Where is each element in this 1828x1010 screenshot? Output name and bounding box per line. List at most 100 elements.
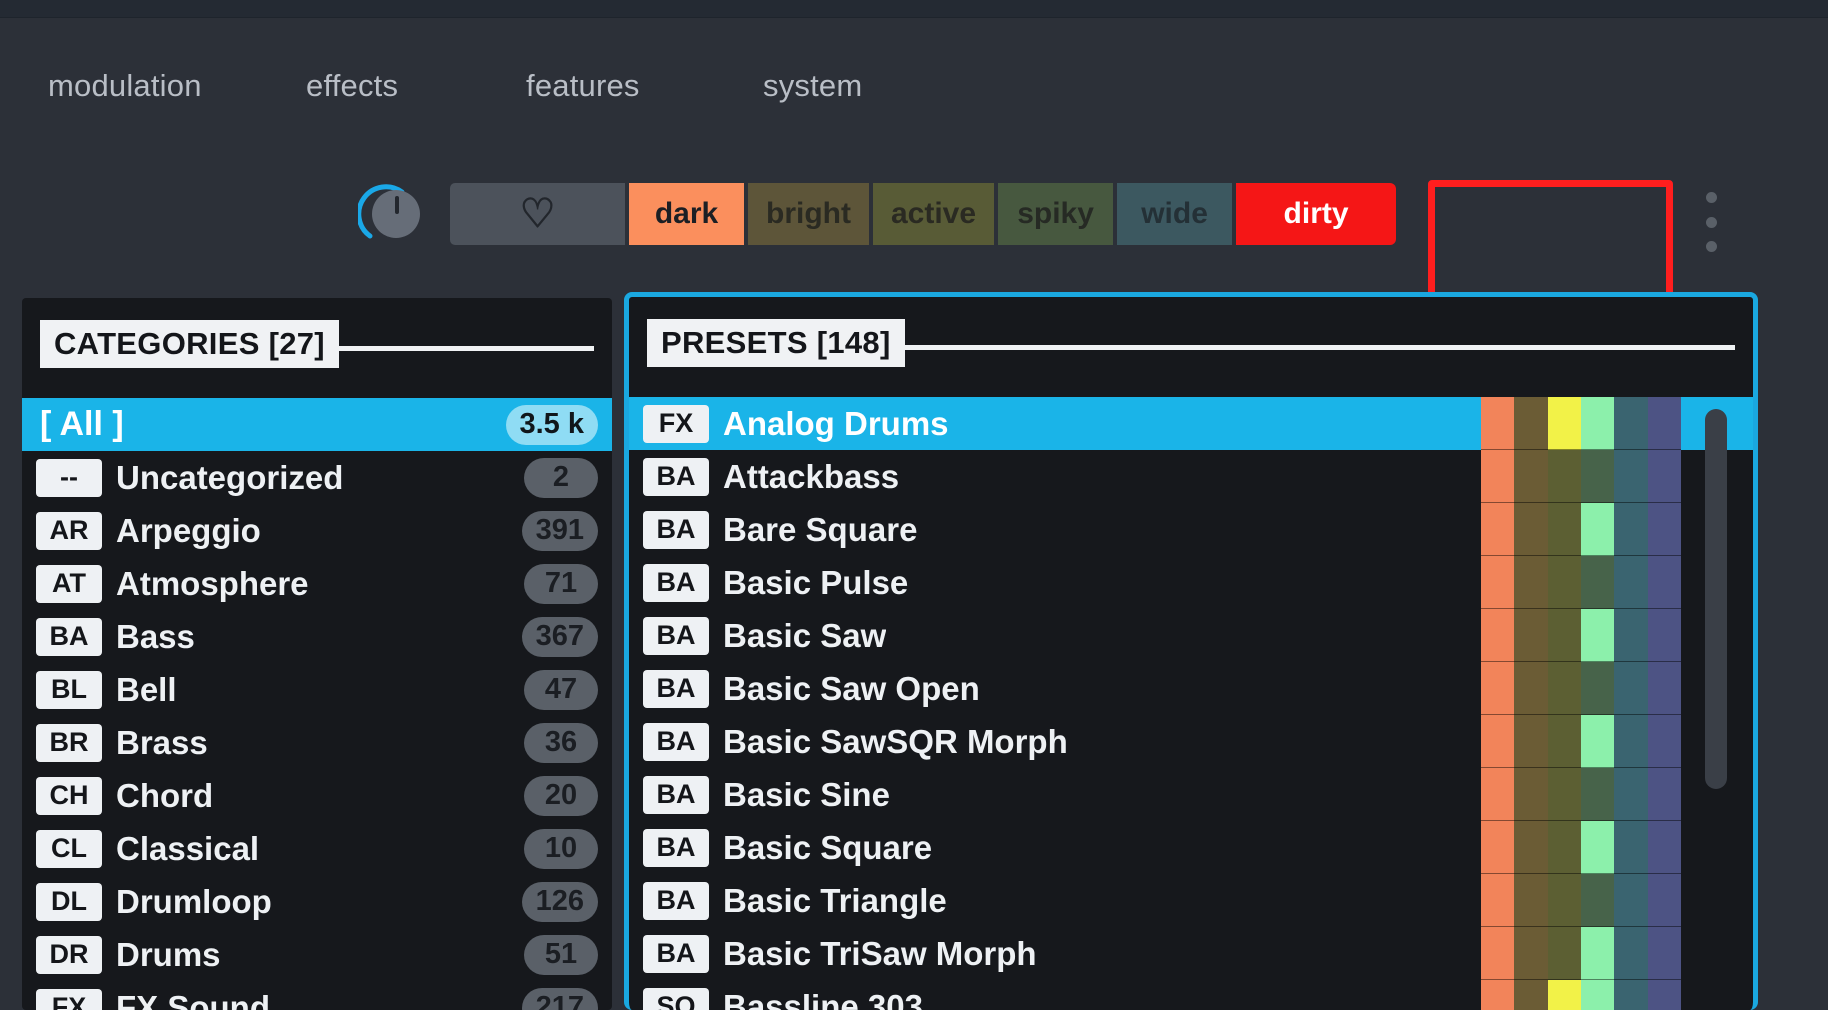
tag-matrix-cell-dark[interactable] bbox=[1481, 662, 1515, 715]
tag-matrix-cell-dirty[interactable] bbox=[1647, 821, 1681, 874]
tag-matrix-cell-dark[interactable] bbox=[1481, 397, 1515, 450]
tag-matrix-cell-spiky[interactable] bbox=[1580, 503, 1615, 556]
tag-matrix-cell-dirty[interactable] bbox=[1647, 556, 1681, 609]
tag-matrix-cell-wide[interactable] bbox=[1614, 927, 1648, 980]
categories-row[interactable]: AR Arpeggio 391 bbox=[22, 504, 612, 557]
tag-matrix-cell-spiky[interactable] bbox=[1580, 980, 1615, 1010]
tag-matrix-cell-dirty[interactable] bbox=[1647, 715, 1681, 768]
tag-matrix-cell-active[interactable] bbox=[1547, 609, 1581, 662]
tag-matrix-cell-spiky[interactable] bbox=[1580, 874, 1615, 927]
tag-matrix-cell-bright[interactable] bbox=[1514, 927, 1548, 980]
tag-matrix-cell-dirty[interactable] bbox=[1647, 662, 1681, 715]
tag-matrix-cell-dark[interactable] bbox=[1481, 980, 1515, 1010]
tag-matrix-cell-bright[interactable] bbox=[1514, 450, 1548, 503]
tag-matrix-cell-active[interactable] bbox=[1547, 503, 1581, 556]
tag-matrix-cell-spiky[interactable] bbox=[1580, 768, 1615, 821]
tag-matrix-cell-spiky[interactable] bbox=[1580, 556, 1615, 609]
tag-matrix-cell-wide[interactable] bbox=[1614, 768, 1648, 821]
tag-matrix-cell-bright[interactable] bbox=[1514, 662, 1548, 715]
tag-matrix-cell-wide[interactable] bbox=[1614, 662, 1648, 715]
tag-matrix-cell-wide[interactable] bbox=[1614, 556, 1648, 609]
tag-matrix-cell-dirty[interactable] bbox=[1647, 980, 1681, 1010]
tag-matrix-cell-wide[interactable] bbox=[1614, 821, 1648, 874]
tag-matrix-cell-active[interactable] bbox=[1547, 874, 1581, 927]
tag-matrix-cell-dark[interactable] bbox=[1481, 503, 1515, 556]
tag-matrix-cell-dirty[interactable] bbox=[1647, 768, 1681, 821]
tag-matrix-cell-bright[interactable] bbox=[1514, 874, 1548, 927]
tag-button-dirty[interactable]: dirty bbox=[1236, 183, 1397, 245]
tag-matrix-cell-dirty[interactable] bbox=[1647, 874, 1681, 927]
tag-matrix-cell-bright[interactable] bbox=[1514, 503, 1548, 556]
tag-matrix-cell-dark[interactable] bbox=[1481, 927, 1515, 980]
nav-tab-effects[interactable]: effects bbox=[306, 55, 398, 117]
tag-matrix-cell-dirty[interactable] bbox=[1647, 927, 1681, 980]
tag-button-active[interactable]: active bbox=[872, 183, 995, 245]
tag-button-wide[interactable]: wide bbox=[1117, 183, 1233, 245]
tag-matrix-cell-bright[interactable] bbox=[1514, 768, 1548, 821]
tag-matrix-cell-dirty[interactable] bbox=[1647, 503, 1681, 556]
categories-row[interactable]: AT Atmosphere 71 bbox=[22, 557, 612, 610]
tag-matrix-cell-dark[interactable] bbox=[1481, 609, 1515, 662]
categories-row[interactable]: [ All ] 3.5 k bbox=[22, 398, 612, 451]
tag-button-dark[interactable]: dark bbox=[629, 183, 744, 245]
tag-matrix-cell-active[interactable] bbox=[1547, 821, 1581, 874]
tag-matrix-cell-bright[interactable] bbox=[1514, 397, 1548, 450]
tag-matrix-cell-active[interactable] bbox=[1547, 662, 1581, 715]
tag-matrix-cell-bright[interactable] bbox=[1514, 609, 1548, 662]
categories-label: Brass bbox=[116, 723, 208, 761]
tag-matrix-cell-active[interactable] bbox=[1547, 450, 1581, 503]
tag-matrix-cell-wide[interactable] bbox=[1614, 980, 1648, 1010]
presets-scrollbar-thumb[interactable] bbox=[1705, 409, 1727, 789]
tag-button-bright[interactable]: bright bbox=[748, 183, 869, 245]
categories-row[interactable]: CH Chord 20 bbox=[22, 769, 612, 822]
categories-row[interactable]: BR Brass 36 bbox=[22, 716, 612, 769]
tag-matrix-cell-spiky[interactable] bbox=[1580, 821, 1615, 874]
nav-tab-modulation[interactable]: modulation bbox=[48, 55, 202, 117]
categories-row[interactable]: BA Bass 367 bbox=[22, 610, 612, 663]
tag-matrix-cell-active[interactable] bbox=[1547, 768, 1581, 821]
tag-matrix-cell-dark[interactable] bbox=[1481, 768, 1515, 821]
tag-matrix-cell-dark[interactable] bbox=[1481, 556, 1515, 609]
tag-matrix-cell-wide[interactable] bbox=[1614, 503, 1648, 556]
tag-matrix-cell-wide[interactable] bbox=[1614, 715, 1648, 768]
categories-row[interactable]: -- Uncategorized 2 bbox=[22, 451, 612, 504]
tag-matrix-cell-wide[interactable] bbox=[1614, 874, 1648, 927]
tag-matrix-cell-spiky[interactable] bbox=[1580, 927, 1615, 980]
tag-matrix-cell-dirty[interactable] bbox=[1647, 397, 1681, 450]
tag-matrix-cell-dark[interactable] bbox=[1481, 715, 1515, 768]
tag-matrix-cell-wide[interactable] bbox=[1614, 397, 1648, 450]
tag-matrix-cell-spiky[interactable] bbox=[1580, 715, 1615, 768]
kebab-menu-icon[interactable] bbox=[1703, 192, 1719, 252]
browser-knob[interactable] bbox=[358, 182, 422, 246]
tag-matrix-cell-active[interactable] bbox=[1547, 397, 1581, 450]
tag-button-spiky[interactable]: spiky bbox=[998, 183, 1114, 245]
favorite-filter-button[interactable]: ♡ bbox=[450, 183, 625, 245]
tag-matrix-cell-active[interactable] bbox=[1547, 556, 1581, 609]
tag-matrix-cell-active[interactable] bbox=[1547, 927, 1581, 980]
tag-matrix-cell-dark[interactable] bbox=[1481, 874, 1515, 927]
tag-matrix-cell-bright[interactable] bbox=[1514, 715, 1548, 768]
tag-matrix-cell-spiky[interactable] bbox=[1580, 450, 1615, 503]
tag-matrix-cell-wide[interactable] bbox=[1614, 609, 1648, 662]
tag-matrix-cell-dark[interactable] bbox=[1481, 450, 1515, 503]
tag-matrix-cell-dirty[interactable] bbox=[1647, 609, 1681, 662]
tag-matrix-cell-dark[interactable] bbox=[1481, 821, 1515, 874]
categories-row[interactable]: CL Classical 10 bbox=[22, 822, 612, 875]
categories-row[interactable]: FX FX Sound 217 bbox=[22, 981, 612, 1010]
tag-matrix-cell-bright[interactable] bbox=[1514, 980, 1548, 1010]
tag-matrix-cell-bright[interactable] bbox=[1514, 821, 1548, 874]
tag-matrix-cell-bright[interactable] bbox=[1514, 556, 1548, 609]
tag-matrix-cell-dirty[interactable] bbox=[1647, 450, 1681, 503]
tag-matrix-cell-spiky[interactable] bbox=[1580, 662, 1615, 715]
categories-row[interactable]: DL Drumloop 126 bbox=[22, 875, 612, 928]
tag-matrix-cell-active[interactable] bbox=[1547, 980, 1581, 1010]
tag-matrix-cell-wide[interactable] bbox=[1614, 450, 1648, 503]
nav-tab-system[interactable]: system bbox=[763, 55, 862, 117]
nav-tab-features[interactable]: features bbox=[526, 55, 640, 117]
presets-scrollbar[interactable] bbox=[1705, 409, 1727, 1000]
tag-matrix-cell-active[interactable] bbox=[1547, 715, 1581, 768]
tag-matrix-cell-spiky[interactable] bbox=[1580, 609, 1615, 662]
tag-matrix-cell-spiky[interactable] bbox=[1580, 397, 1615, 450]
categories-row[interactable]: DR Drums 51 bbox=[22, 928, 612, 981]
categories-row[interactable]: BL Bell 47 bbox=[22, 663, 612, 716]
